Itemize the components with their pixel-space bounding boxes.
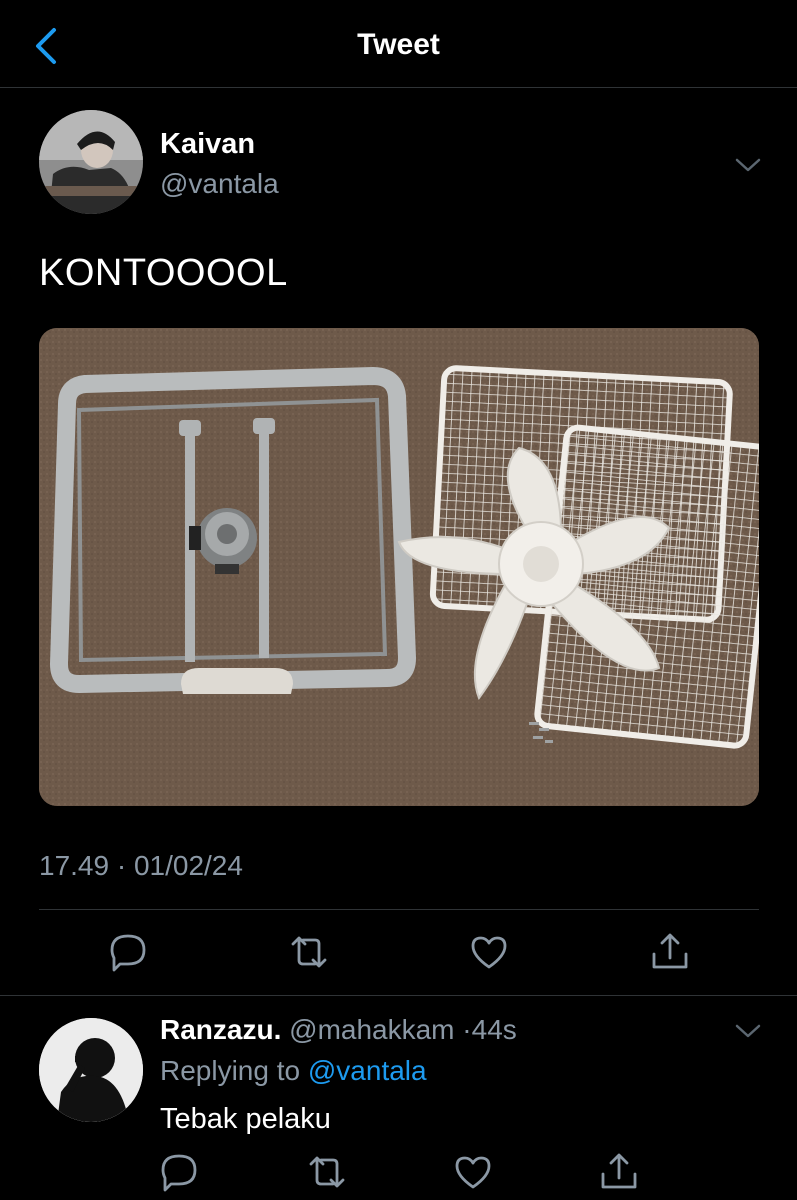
page-title: Tweet [357,28,440,61]
retweet-button[interactable] [287,930,331,974]
reply-button[interactable] [106,930,150,974]
replying-to-prefix: Replying to [160,1055,308,1086]
top-nav-bar: Tweet [0,0,797,88]
reply-options-button[interactable] [733,1016,763,1046]
like-button[interactable] [467,930,511,974]
share-icon [652,933,688,969]
reply-text: Tebak pelaku [160,1103,331,1135]
tweet-timestamp: 17.49 · 01/02/24 [39,850,243,881]
replying-to-line: Replying to @vantala [160,1055,427,1087]
photo-disassembled-box-fan [39,328,759,806]
reply-retweet-button[interactable] [305,1150,349,1194]
author-handle[interactable]: @vantala [160,168,279,200]
chevron-down-icon [735,1024,761,1038]
reply-icon [161,1154,197,1192]
reply-author-handle[interactable]: @mahakkam [289,1014,454,1045]
reply-icon [110,934,146,972]
replying-to-link[interactable]: @vantala [308,1055,427,1086]
tweet-media-image[interactable] [39,328,759,806]
reply-author-name[interactable]: Ranzazu. [160,1014,281,1045]
tweet-text: KONTOOOOL [39,252,288,294]
reply-time: 44s [471,1014,517,1045]
like-icon [455,1156,491,1189]
time-separator: · [462,1014,472,1045]
reply-author-avatar[interactable] [39,1018,143,1122]
author-name[interactable]: Kaivan [160,128,255,161]
like-icon [471,936,507,969]
divider [39,909,759,910]
reply-share-button[interactable] [597,1150,641,1194]
author-avatar[interactable] [39,110,143,214]
retweet-icon [291,936,327,968]
chevron-down-icon [735,158,761,172]
divider [0,995,797,996]
reply-reply-button[interactable] [157,1150,201,1194]
reply-header: Ranzazu. @mahakkam ·44s [160,1014,517,1046]
share-button[interactable] [648,930,692,974]
retweet-icon [309,1156,345,1188]
tweet-options-button[interactable] [733,150,763,180]
share-icon [601,1153,637,1189]
reply-like-button[interactable] [451,1150,495,1194]
